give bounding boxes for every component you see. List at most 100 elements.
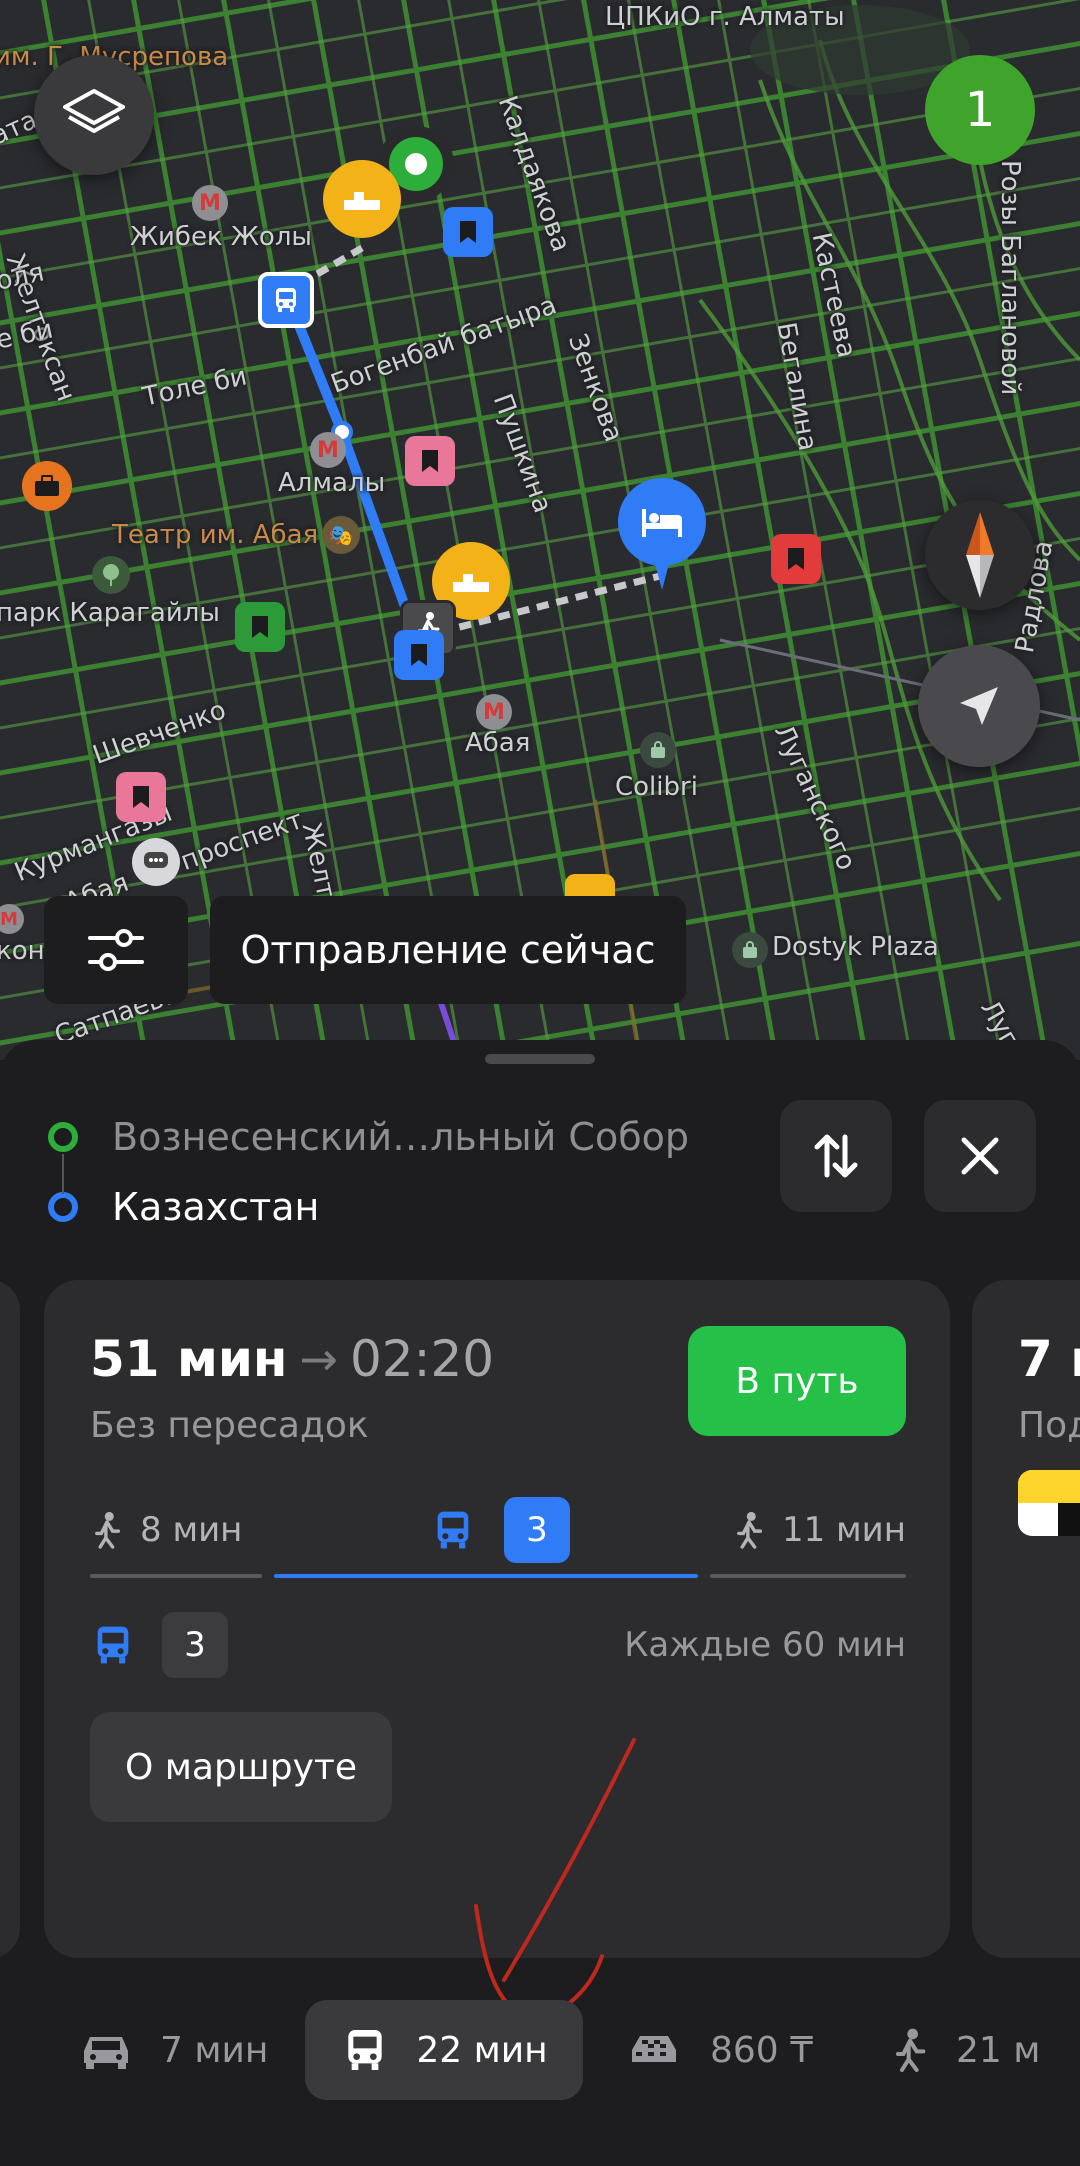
walk-end-time: 11 мин: [781, 1510, 906, 1550]
tab-walk-label: 21 м: [956, 2029, 1041, 2071]
close-button[interactable]: [924, 1100, 1036, 1212]
bookmark-marker[interactable]: [235, 602, 285, 652]
route-connector: [62, 1154, 64, 1194]
bookmark-icon: [252, 616, 268, 638]
route-duration: 51 мин: [90, 1330, 288, 1388]
route-segments: 8 мин 3 11 мин: [90, 1490, 906, 1580]
car-icon: [84, 2037, 128, 2069]
destination-marker[interactable]: [618, 478, 706, 566]
next-route-subtitle: Под: [1018, 1405, 1080, 1446]
walk-icon: [896, 2028, 926, 2072]
tab-car[interactable]: 7 мин: [78, 2000, 268, 2100]
locate-me-button[interactable]: [918, 645, 1040, 767]
about-route-button[interactable]: О маршруте: [90, 1712, 392, 1822]
swap-button[interactable]: [780, 1100, 892, 1212]
segment-walk-start: 8 мин: [90, 1490, 242, 1570]
map-label-metro: Абая: [465, 728, 531, 758]
map-label-park: ЦПКиО г. Алматы: [605, 2, 845, 32]
location-arrow-icon: [960, 687, 998, 725]
route-card[interactable]: 51 мин → 02:20 Без пересадок В путь 8 ми…: [44, 1280, 950, 2023]
transport-mode-tabs: 7 мин 22 мин 860 ₸ 21 м: [0, 2000, 1080, 2110]
bookmark-marker[interactable]: [771, 534, 821, 584]
go-button[interactable]: В путь: [688, 1326, 906, 1436]
route-to-text: Казахстан: [112, 1185, 320, 1229]
tab-car-label: 7 мин: [160, 2029, 269, 2071]
bookmark-marker[interactable]: [394, 630, 444, 680]
bus-icon: [276, 288, 296, 312]
walk-start-time: 8 мин: [140, 1510, 243, 1550]
bus-number-badge: 3: [504, 1497, 570, 1563]
bookmark-icon: [788, 548, 804, 570]
segment-bar-active: [274, 1574, 698, 1578]
segment-walk-end: 11 мин: [718, 1490, 906, 1570]
route-arrival: 02:20: [349, 1330, 495, 1388]
briefcase-icon[interactable]: [22, 461, 72, 511]
chat-icon[interactable]: [132, 838, 180, 886]
tab-walk[interactable]: 21 м: [890, 2000, 1040, 2100]
bus-icon: [97, 1626, 129, 1664]
route-from[interactable]: Вознесенский…льный Собор: [48, 1102, 689, 1172]
line-frequency: Каждые 60 мин: [624, 1625, 906, 1665]
map-label-metro: Алмалы: [278, 468, 386, 498]
segment-bar: [710, 1574, 906, 1578]
tab-transit-label: 22 мин: [416, 2029, 548, 2071]
bookmark-icon: [460, 221, 476, 243]
map-label-metro: Жибек Жолы: [130, 222, 312, 252]
route-time: 51 мин → 02:20: [90, 1330, 494, 1388]
walk-icon: [737, 1511, 762, 1549]
metro-icon: М: [192, 185, 228, 221]
bookmark-icon: [422, 450, 438, 472]
map-label-shop: Dostyk Plaza: [772, 932, 939, 962]
theatre-icon: 🎭: [322, 516, 360, 554]
taxi-icon: [632, 2036, 676, 2062]
building-icon: [344, 192, 380, 210]
end-dot-icon: [48, 1192, 78, 1222]
map-label-shop: Colibri: [615, 772, 698, 802]
start-dot-icon: [48, 1122, 78, 1152]
route-card-next[interactable]: 7 м Под: [972, 1280, 1080, 1958]
compass-button[interactable]: [925, 500, 1035, 610]
poi-marker-yellow[interactable]: [323, 160, 401, 238]
bookmark-icon: [133, 786, 149, 808]
route-to[interactable]: Казахстан: [48, 1172, 689, 1242]
bookmark-marker[interactable]: [443, 207, 493, 257]
route-card-prev[interactable]: [0, 1280, 20, 1958]
walk-icon: [95, 1511, 121, 1549]
route-transfers: Без пересадок: [90, 1405, 369, 1446]
bookmark-icon: [411, 644, 427, 666]
metro-icon: М: [476, 694, 512, 730]
layers-button[interactable]: [34, 55, 154, 175]
bus-icon: [348, 2030, 382, 2070]
tree-icon: [92, 556, 130, 594]
map-view[interactable]: им. Г. Мусрепова ЦПКиО г. Алматы атае Жи…: [0, 0, 1080, 1060]
route-points: Вознесенский…льный Собор Казахстан: [48, 1102, 689, 1242]
building-icon: [453, 574, 489, 592]
map-label-theatre: Театр им. Абая: [112, 520, 319, 550]
next-route-time: 7 м: [1018, 1330, 1080, 1388]
notification-counter[interactable]: 1: [925, 55, 1035, 165]
compass-icon: [966, 512, 994, 598]
hotel-icon: [642, 509, 682, 537]
segment-bus: 3: [430, 1490, 570, 1570]
bus-icon: [437, 1511, 469, 1549]
route-settings-button[interactable]: [44, 896, 188, 1004]
map-label-street: Розы Баглановой: [995, 160, 1025, 396]
shop-icon: [732, 932, 768, 968]
sliders-icon: [88, 929, 144, 971]
bus-stop-marker[interactable]: [258, 272, 314, 328]
sheet-grabber[interactable]: [485, 1054, 595, 1064]
bookmark-marker[interactable]: [116, 772, 166, 822]
tab-taxi[interactable]: 860 ₸: [624, 2000, 813, 2100]
tab-transit[interactable]: 22 мин: [305, 2000, 583, 2100]
departure-time-button[interactable]: Отправление сейчас: [210, 896, 686, 1004]
tab-taxi-label: 860 ₸: [710, 2029, 814, 2071]
bookmark-marker[interactable]: [405, 436, 455, 486]
close-icon: [961, 1137, 999, 1175]
route-sheet: Вознесенский…льный Собор Казахстан 51 ми…: [0, 1040, 1080, 2166]
line-info: 3 Каждые 60 мин: [90, 1610, 906, 1680]
taxi-logo-icon: [1018, 1470, 1080, 1536]
arrow-right-icon: →: [299, 1332, 338, 1386]
layers-icon: [63, 89, 125, 133]
route-from-text: Вознесенский…льный Собор: [112, 1115, 689, 1159]
swap-arrows-icon: [814, 1134, 858, 1178]
